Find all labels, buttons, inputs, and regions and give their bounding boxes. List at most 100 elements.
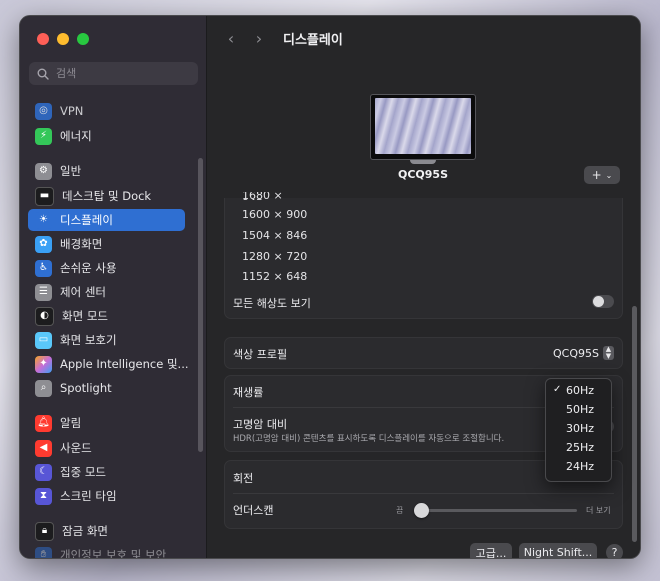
sidebar-item-general[interactable]: ⚙ 일반: [28, 160, 185, 182]
sidebar-item-privacy-security[interactable]: ✋︎ 개인정보 보호 및 보안: [28, 544, 185, 559]
sidebar-item-label: 제어 센터: [60, 285, 106, 299]
underscan-min-label: 끔: [396, 506, 404, 515]
refresh-option-25hz[interactable]: 25Hz: [546, 439, 611, 458]
rotation-label: 회전: [233, 472, 254, 485]
advanced-button[interactable]: 고급...: [470, 543, 512, 558]
zoom-window-button[interactable]: [77, 33, 89, 45]
apple-intelligence-icon: ✦: [35, 355, 52, 373]
sidebar-item-label: 데스크탑 및 Dock: [62, 189, 152, 203]
sidebar-item-notifications[interactable]: 🔔︎ 알림: [28, 412, 185, 434]
sidebar-item-screen-time[interactable]: ⧗ 스크린 타임: [28, 485, 185, 507]
sidebar-item-label: 개인정보 보호 및 보안: [60, 548, 167, 559]
resolution-item[interactable]: 1504 × 846: [242, 229, 307, 242]
sidebar-item-lock-screen[interactable]: 🔒︎ 잠금 화면: [28, 520, 185, 542]
checkmark-icon: ✓: [553, 384, 562, 395]
color-profile-panel: 색상 프로필 QCQ95S ▲ ▼: [224, 337, 623, 369]
divider: [233, 493, 614, 494]
monitor-wallpaper: [375, 98, 471, 154]
refresh-option-label: 30Hz: [566, 422, 595, 435]
main-scrollbar[interactable]: [632, 306, 637, 542]
resolution-item[interactable]: 1152 × 648: [242, 270, 307, 283]
refresh-option-label: 60Hz: [566, 384, 595, 397]
monitor-preview[interactable]: [370, 94, 476, 164]
sidebar-item-apple-intelligence[interactable]: ✦ Apple Intelligence 및...: [28, 353, 189, 375]
resolution-item[interactable]: 1280 × 720: [242, 250, 307, 263]
hourglass-icon: ⧗: [35, 487, 52, 505]
refresh-option-50hz[interactable]: 50Hz: [546, 401, 611, 420]
screensaver-icon: ▭: [35, 331, 52, 349]
hdr-description: HDR(고명암 대비) 콘텐츠를 표시하도록 디스플레이를 자동으로 조절합니다…: [233, 434, 505, 444]
hand-icon: ✋︎: [35, 546, 52, 558]
sidebar-item-control-center[interactable]: ☰ 제어 센터: [28, 281, 185, 303]
battery-icon: ⚡: [35, 127, 52, 145]
underscan-max-label: 더 보기: [586, 506, 611, 515]
hdr-label: 고명암 대비: [233, 418, 288, 431]
sidebar-item-label: 배경화면: [60, 237, 103, 251]
updown-chevron-icon: ▲ ▼: [603, 346, 614, 360]
chevron-right-icon[interactable]: ›: [245, 29, 273, 48]
sliders-icon: ☰: [35, 283, 52, 301]
sidebar-item-label: Apple Intelligence 및...: [60, 357, 189, 371]
sidebar-item-label: 에너지: [60, 129, 92, 143]
main-pane: ‹ › 디스플레이 QCQ95S + ⌄ 1680 × 945 1600 × 9…: [207, 16, 640, 558]
close-window-button[interactable]: [37, 33, 49, 45]
refresh-option-30hz[interactable]: 30Hz: [546, 420, 611, 439]
sidebar-item-appearance[interactable]: ◐ 화면 모드: [28, 305, 185, 327]
resolution-item-cut[interactable]: 1680 × 945: [242, 192, 302, 200]
chevron-down-icon: ⌄: [605, 170, 613, 180]
sidebar-item-screen-saver[interactable]: ▭ 화면 보호기: [28, 329, 185, 351]
lock-icon: 🔒︎: [35, 521, 54, 541]
flower-icon: ✿: [35, 235, 52, 253]
gear-icon: ⚙: [35, 162, 52, 180]
spotlight-icon: ⌕: [35, 379, 52, 397]
titlebar: ‹ › 디스플레이: [207, 16, 640, 60]
color-profile-popup[interactable]: QCQ95S ▲ ▼: [553, 346, 614, 360]
refresh-option-24hz[interactable]: 24Hz: [546, 458, 611, 477]
sidebar-search[interactable]: [29, 62, 198, 85]
vpn-icon: ◎: [35, 102, 52, 120]
sidebar-scrollbar[interactable]: [198, 158, 203, 452]
sidebar-item-spotlight[interactable]: ⌕ Spotlight: [28, 377, 185, 399]
underscan-slider-track[interactable]: [417, 509, 577, 512]
sidebar-item-displays[interactable]: ☀ 디스플레이: [28, 209, 185, 231]
show-all-resolutions-toggle[interactable]: [592, 295, 614, 308]
sidebar-item-label: 스크린 타임: [60, 489, 117, 503]
sidebar-item-label: 잠금 화면: [62, 524, 108, 538]
sidebar-item-label: 디스플레이: [60, 213, 113, 227]
window-controls: [37, 33, 89, 45]
help-button[interactable]: ?: [606, 544, 623, 558]
resolution-panel: 1680 × 945 1600 × 900 1504 × 846 1280 × …: [224, 192, 623, 319]
refresh-option-60hz[interactable]: ✓ 60Hz: [546, 382, 611, 401]
sidebar-item-label: Spotlight: [60, 381, 112, 395]
sidebar-item-wallpaper[interactable]: ✿ 배경화면: [28, 233, 185, 255]
sidebar-item-label: 화면 모드: [62, 309, 108, 323]
chevron-left-icon[interactable]: ‹: [217, 29, 245, 48]
sidebar-item-energy[interactable]: ⚡ 에너지: [28, 125, 185, 147]
add-display-button[interactable]: + ⌄: [584, 166, 620, 184]
color-profile-value: QCQ95S: [553, 346, 599, 360]
sidebar-item-label: 집중 모드: [60, 465, 106, 479]
color-profile-label: 색상 프로필: [233, 348, 288, 361]
sidebar-item-sound[interactable]: ◀ 사운드: [28, 437, 185, 459]
night-shift-button[interactable]: Night Shift...: [519, 543, 597, 558]
minimize-window-button[interactable]: [57, 33, 69, 45]
sidebar-item-desktop-dock[interactable]: ▬ 데스크탑 및 Dock: [28, 185, 185, 207]
underscan-label: 언더스캔: [233, 504, 274, 517]
underscan-slider-knob[interactable]: [414, 503, 429, 518]
sidebar-item-label: 알림: [60, 416, 82, 430]
sidebar-item-focus[interactable]: ☾ 집중 모드: [28, 461, 185, 483]
sidebar: ◎ VPN ⚡ 에너지 ⚙ 일반 ▬ 데스크탑 및 Dock ☀ 디스플레이 ✿: [20, 16, 207, 558]
refresh-option-label: 50Hz: [566, 403, 595, 416]
sidebar-item-accessibility[interactable]: ♿ 손쉬운 사용: [28, 257, 185, 279]
sidebar-item-label: 손쉬운 사용: [60, 261, 117, 275]
page-title: 디스플레이: [283, 32, 343, 48]
monitor-stand: [410, 160, 436, 164]
refresh-option-label: 25Hz: [566, 441, 595, 454]
speaker-icon: ◀: [35, 439, 52, 457]
sun-icon: ☀: [35, 211, 52, 229]
sidebar-item-vpn[interactable]: ◎ VPN: [28, 100, 185, 122]
show-all-resolutions-label: 모든 해상도 보기: [233, 297, 311, 310]
sidebar-item-label: 화면 보호기: [60, 333, 117, 347]
resolution-item[interactable]: 1600 × 900: [242, 208, 307, 221]
search-input[interactable]: [56, 67, 186, 80]
